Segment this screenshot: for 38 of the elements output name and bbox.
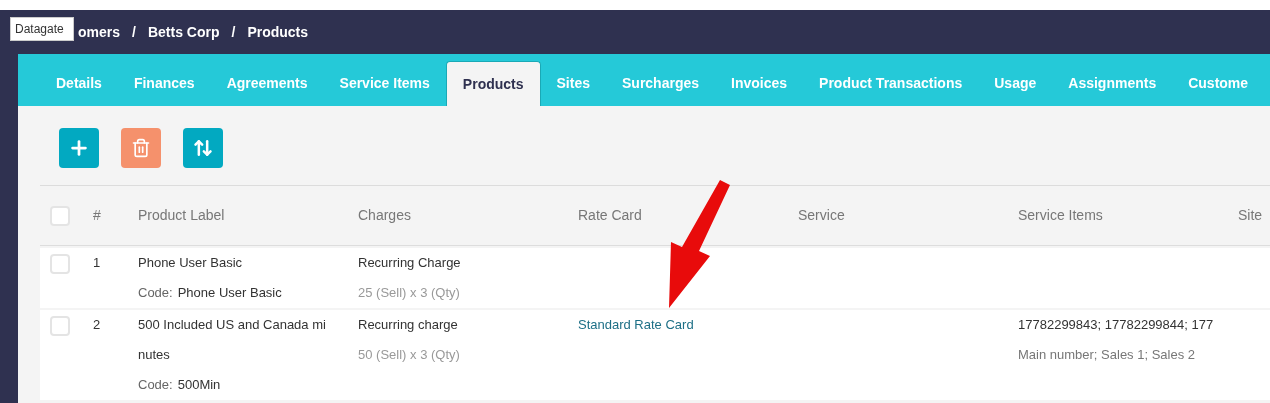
service-items-numbers: 17782299843; 17782299844; 177 — [1018, 316, 1215, 334]
checkbox[interactable] — [50, 205, 70, 226]
sort-icon — [193, 138, 213, 158]
tab[interactable]: Products — [445, 61, 541, 106]
trash-icon — [131, 138, 151, 158]
row-number: 2 — [93, 317, 101, 332]
code-label: Code: — [138, 376, 173, 394]
checkbox[interactable] — [50, 316, 70, 336]
row-number: 1 — [93, 255, 101, 270]
column-header[interactable]: Product Label — [138, 207, 225, 223]
product-code: Phone User Basic — [177, 284, 282, 302]
breadcrumb-separator: / — [132, 22, 136, 42]
charge-type: Recurring Charge — [358, 254, 462, 272]
rate-card-link[interactable]: Standard Rate Card — [578, 317, 694, 332]
checkbox[interactable] — [50, 254, 70, 274]
add-button[interactable] — [59, 128, 99, 168]
breadcrumb-item[interactable]: Products — [247, 21, 309, 43]
column-header[interactable]: Service Items — [1018, 207, 1103, 223]
charge-detail: 25 (Sell) x 3 (Qty) — [358, 284, 461, 302]
breadcrumb-item[interactable]: Betts Corp — [147, 21, 220, 43]
charge-type: Recurring charge — [358, 316, 459, 334]
product-label: 500 Included US and Canada mi nutes — [138, 316, 327, 364]
tooltip: Datagate — [10, 17, 74, 41]
delete-button[interactable] — [121, 128, 161, 168]
breadcrumb-item[interactable]: omers — [78, 21, 121, 43]
column-header[interactable]: Site — [1238, 207, 1263, 223]
product-code: 500Min — [177, 376, 221, 394]
column-header: # — [93, 207, 101, 223]
column-header[interactable]: Charges — [358, 207, 411, 223]
product-label: Phone User Basic — [138, 254, 244, 272]
code-label: Code: — [138, 284, 173, 302]
sort-button[interactable] — [183, 128, 223, 168]
plus-icon — [68, 137, 90, 159]
service-items-names: Main number; Sales 1; Sales 2 — [1018, 346, 1197, 364]
column-header[interactable]: Rate Card — [578, 207, 642, 223]
charge-detail: 50 (Sell) x 3 (Qty) — [358, 346, 461, 364]
breadcrumb-separator: / — [231, 22, 236, 42]
column-header[interactable]: Service — [798, 207, 845, 223]
